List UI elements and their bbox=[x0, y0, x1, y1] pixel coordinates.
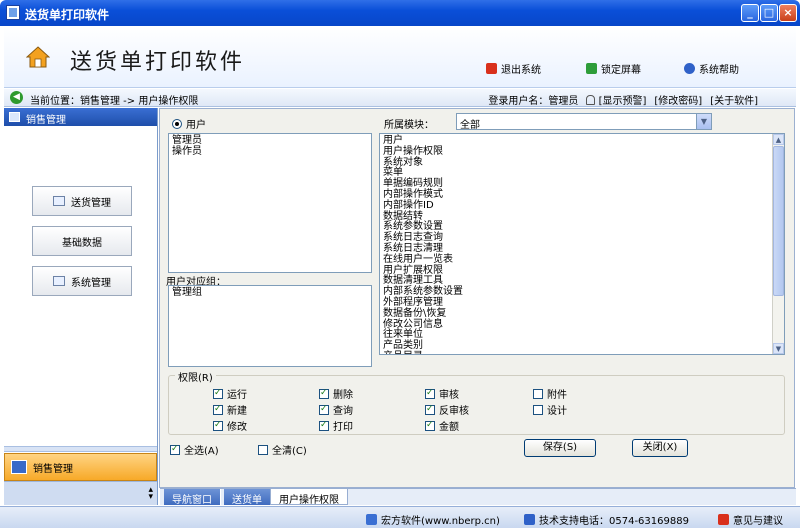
maximize-button[interactable]: □ bbox=[760, 4, 778, 22]
list-item[interactable]: 内部操作ID bbox=[383, 200, 768, 212]
list-item[interactable]: 在线用户一览表 bbox=[383, 254, 768, 266]
permission-checkbox[interactable]: 修改 bbox=[213, 418, 247, 433]
system-icon bbox=[53, 276, 65, 286]
permission-checkbox[interactable]: 附件 bbox=[533, 386, 567, 401]
system-help-link[interactable]: 系统帮助 bbox=[684, 61, 739, 76]
tab-delivery-note[interactable]: 送货单 bbox=[224, 489, 271, 506]
folder-icon bbox=[9, 112, 20, 122]
feedback-icon bbox=[718, 514, 729, 525]
list-item[interactable]: 系统对象 bbox=[383, 157, 768, 169]
clear-all-checkbox[interactable]: 全清(C) bbox=[258, 442, 307, 457]
home-icon bbox=[366, 514, 377, 525]
list-item[interactable]: 操作员 bbox=[172, 146, 368, 158]
home-icon bbox=[26, 46, 50, 68]
list-item[interactable]: 数据备份\恢复 bbox=[383, 308, 768, 320]
delivery-management-button[interactable]: 送货管理 bbox=[32, 186, 132, 216]
app-title: 送货单打印软件 bbox=[70, 50, 246, 75]
chevron-down-icon[interactable]: ▴ ▾ bbox=[148, 486, 153, 502]
support-phone: 技术支持电话：0574-63169889 bbox=[524, 512, 689, 527]
permission-checkbox[interactable]: 查询 bbox=[319, 402, 353, 417]
permissions-title: 权限(R) bbox=[175, 369, 216, 384]
list-item[interactable]: 用户操作权限 bbox=[383, 146, 768, 158]
status-bar: 宏方软件(www.nberp.cn) 技术支持电话：0574-63169889 … bbox=[0, 506, 800, 528]
sidebar: 销售管理 送货管理 基础数据 系统管理 销售管理 ▴ ▾ bbox=[4, 108, 158, 505]
permission-checkbox[interactable]: 打印 bbox=[319, 418, 353, 433]
back-arrow-icon[interactable]: ◀ bbox=[10, 91, 23, 104]
module-list-scrollbar[interactable]: ▲ ▼ bbox=[772, 134, 784, 354]
permission-checkbox[interactable]: 运行 bbox=[213, 386, 247, 401]
list-item[interactable]: 内部操作模式 bbox=[383, 189, 768, 201]
sidebar-footer: ▴ ▾ bbox=[4, 481, 157, 505]
permission-checkbox[interactable]: 金额 bbox=[425, 418, 459, 433]
title-bar: 送货单打印软件 _ □ × bbox=[0, 0, 800, 26]
breadcrumb: 当前位置：销售管理 -> 用户操作权限 bbox=[30, 96, 199, 107]
permissions-group: 权限(R) 运行 删除 审核 附件新建 查询 反审核 设计修改 打印 金额 bbox=[168, 369, 785, 435]
document-tabs: 导航窗口 送货单 用户操作权限 bbox=[160, 488, 796, 506]
system-management-button[interactable]: 系统管理 bbox=[32, 266, 132, 296]
select-all-checkbox[interactable]: 全选(A) bbox=[170, 442, 219, 457]
module-list[interactable]: 用户 用户操作权限 系统对象 菜单 单据编码规则 内部操作模式 内部操作ID 数据结转 系统参数… bbox=[379, 133, 785, 355]
list-item[interactable]: 产品类别 bbox=[383, 340, 768, 352]
chevron-down-icon[interactable]: ▼ bbox=[696, 114, 711, 129]
list-item[interactable]: 修改公司信息 bbox=[383, 319, 768, 331]
lock-screen-link[interactable]: 锁定屏幕 bbox=[586, 61, 641, 76]
app-icon bbox=[6, 5, 20, 20]
scroll-down-icon[interactable]: ▼ bbox=[773, 343, 784, 354]
phone-icon bbox=[524, 514, 535, 525]
group-list[interactable]: 管理组 bbox=[168, 285, 372, 367]
list-item[interactable]: 产品目录 bbox=[383, 351, 768, 354]
window-title: 送货单打印软件 bbox=[25, 8, 110, 22]
tab-navigation[interactable]: 导航窗口 bbox=[164, 489, 221, 506]
sales-icon bbox=[11, 460, 27, 474]
permission-checkbox[interactable]: 删除 bbox=[319, 386, 353, 401]
exit-system-link[interactable]: 退出系统 bbox=[486, 61, 541, 76]
user-radio[interactable]: 用户 bbox=[172, 116, 206, 131]
scroll-up-icon[interactable]: ▲ bbox=[773, 134, 784, 145]
show-alert-link[interactable]: [显示预警] bbox=[586, 92, 646, 107]
help-icon bbox=[684, 63, 695, 74]
minimize-button[interactable]: _ bbox=[741, 4, 759, 22]
user-list[interactable]: 管理员 操作员 bbox=[168, 133, 372, 273]
about-link[interactable]: [关于软件] bbox=[710, 92, 758, 107]
permission-checkbox[interactable]: 设计 bbox=[533, 402, 567, 417]
scroll-thumb[interactable] bbox=[773, 146, 784, 296]
module-select[interactable]: 全部 ▼ bbox=[456, 113, 712, 131]
permission-checkbox[interactable]: 新建 bbox=[213, 402, 247, 417]
company-link[interactable]: 宏方软件(www.nberp.cn) bbox=[366, 512, 500, 527]
close-window-button[interactable]: × bbox=[779, 4, 797, 22]
sidebar-header: 销售管理 bbox=[4, 108, 157, 126]
permission-checkbox[interactable]: 反审核 bbox=[425, 402, 469, 417]
list-item[interactable]: 往来单位 bbox=[383, 330, 768, 341]
lock-icon bbox=[586, 63, 597, 74]
bell-icon bbox=[586, 95, 596, 105]
form-icon bbox=[53, 196, 65, 206]
sidebar-group-sales[interactable]: 销售管理 bbox=[4, 453, 157, 481]
tab-user-permissions[interactable]: 用户操作权限 bbox=[270, 489, 348, 506]
location-bar: ◀ 当前位置：销售管理 -> 用户操作权限 登录用户名：管理员 [显示预警] [… bbox=[4, 89, 796, 107]
feedback-link[interactable]: 意见与建议 bbox=[718, 512, 783, 527]
login-user: 登录用户名：管理员 bbox=[488, 96, 579, 107]
save-button[interactable]: 保存(S) bbox=[524, 439, 596, 457]
close-button[interactable]: 关闭(X) bbox=[632, 439, 688, 457]
permission-panel: 用户 所属模块： 全部 ▼ 管理员 操作员 用户对应组： 管理组 用户 用户操作权限… bbox=[159, 108, 795, 488]
permission-checkbox[interactable]: 审核 bbox=[425, 386, 459, 401]
header-banner: 送货单打印软件 退出系统 锁定屏幕 系统帮助 bbox=[4, 26, 796, 88]
change-password-link[interactable]: [修改密码] bbox=[654, 92, 702, 107]
module-label: 所属模块： bbox=[384, 120, 434, 131]
base-data-button[interactable]: 基础数据 bbox=[32, 226, 132, 256]
exit-icon bbox=[486, 63, 497, 74]
sidebar-splitter[interactable] bbox=[4, 446, 157, 452]
list-item[interactable]: 管理组 bbox=[172, 287, 368, 299]
